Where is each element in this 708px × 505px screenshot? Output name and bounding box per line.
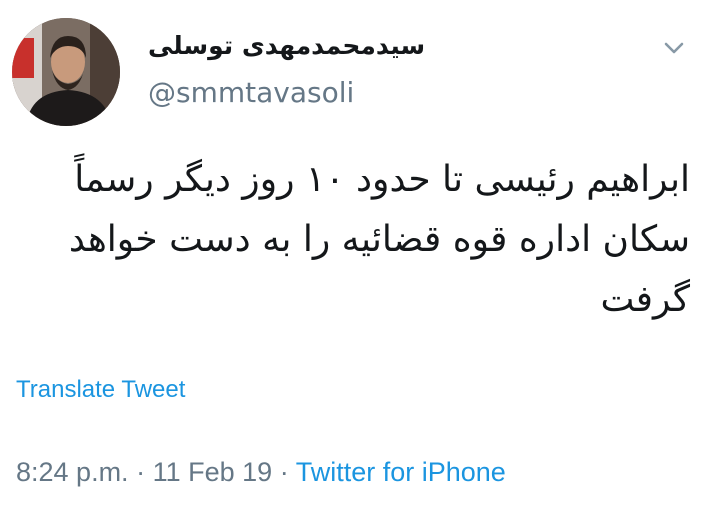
profile-photo bbox=[12, 18, 120, 126]
tweet-text: ابراهیم رئیسی تا حدود ۱۰ روز دیگر رسماً … bbox=[14, 150, 690, 330]
tweet-source-link[interactable]: Twitter for iPhone bbox=[296, 457, 506, 487]
author-handle[interactable]: @smmtavasoli bbox=[148, 76, 354, 110]
meta-separator: · bbox=[279, 457, 289, 487]
meta-separator: · bbox=[136, 457, 146, 487]
tweet-text-line: ابراهیم رئیسی تا حدود ۱۰ روز دیگر رسماً bbox=[74, 159, 690, 200]
chevron-down-icon[interactable] bbox=[660, 34, 688, 62]
author-avatar[interactable] bbox=[12, 18, 120, 126]
author-display-name[interactable]: سیدمحمدمهدی توسلی bbox=[148, 30, 425, 62]
tweet-time: 8:24 p.m. bbox=[16, 457, 129, 487]
translate-tweet-link[interactable]: Translate Tweet bbox=[16, 374, 185, 406]
tweet-date: 11 Feb 19 bbox=[152, 457, 273, 487]
tweet-metadata: 8:24 p.m. · 11 Feb 19 · Twitter for iPho… bbox=[16, 454, 506, 490]
tweet-text-line: گرفت bbox=[600, 279, 690, 320]
tweet-text-line: سکان اداره قوه قضائیه را به دست خواهد bbox=[68, 219, 690, 260]
